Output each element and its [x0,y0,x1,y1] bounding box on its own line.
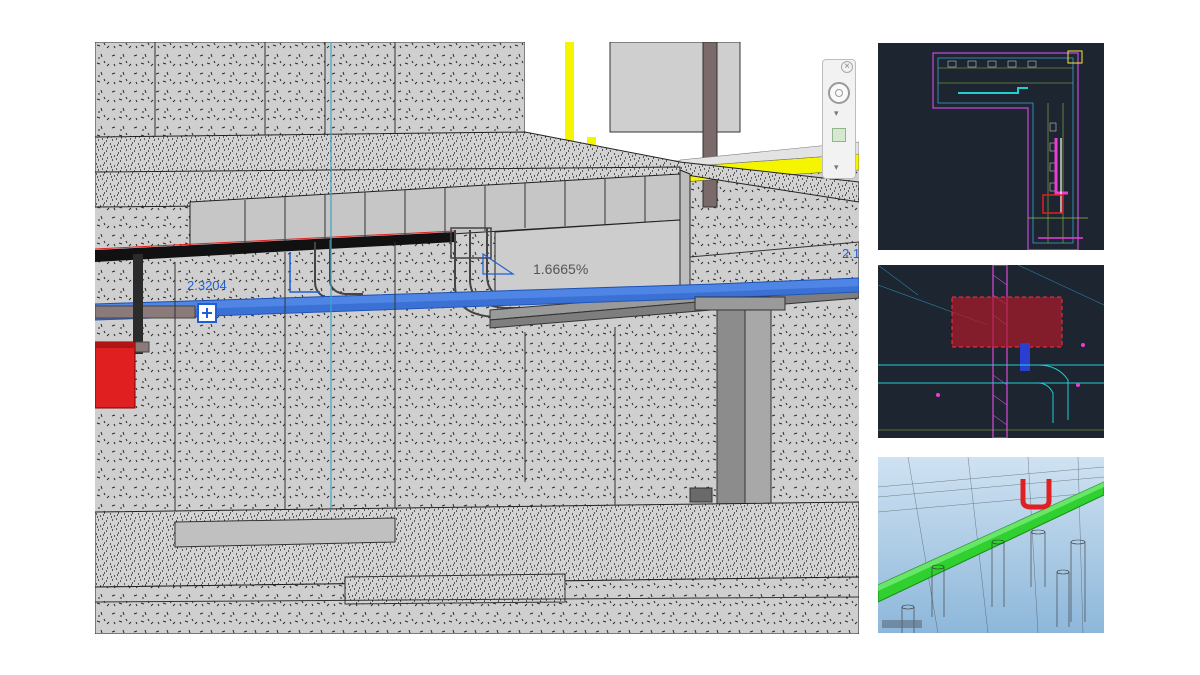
dimension-label-right: 2.1 [842,246,859,261]
3d-clash-view-drawing [878,457,1104,633]
main-3d-viewport[interactable]: 2.3204 1.6665% 2.1 × ▾ ▾ [95,42,859,634]
bim-collage: 2.3204 1.6665% 2.1 × ▾ ▾ [0,0,1200,675]
plan-view-detail-drawing [878,265,1104,438]
3d-clash-view[interactable] [878,457,1104,633]
model-canvas [95,42,859,634]
slope-label: 1.6665% [533,261,589,277]
steering-wheel-icon[interactable] [828,82,850,104]
chevron-down-icon[interactable]: ▾ [834,108,839,119]
plan-view-overview[interactable] [878,43,1104,250]
plan-view-overview-drawing [878,43,1104,250]
dimension-label-left: 2.3204 [187,278,227,293]
navigation-bar[interactable]: × ▾ ▾ [822,59,856,179]
close-icon[interactable]: × [841,61,853,73]
more-icon[interactable]: ▾ [834,162,839,173]
zoom-icon[interactable] [832,128,846,142]
plan-view-detail[interactable] [878,265,1104,438]
